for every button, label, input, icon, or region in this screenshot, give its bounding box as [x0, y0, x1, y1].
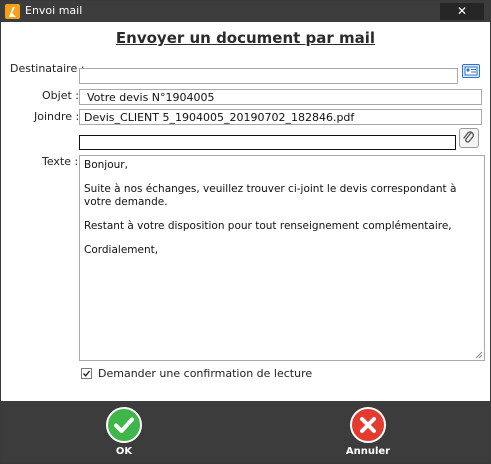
body-line: Restant à votre disposition pour tout re… — [84, 220, 452, 232]
objet-label: Objet : — [42, 89, 79, 102]
envoi-mail-dialog: Envoi mail ✕ Envoyer un document par mai… — [1, 1, 490, 462]
window-title: Envoi mail — [25, 4, 83, 17]
cancel-label: Annuler — [345, 446, 391, 457]
attachment-path-input[interactable] — [79, 135, 456, 150]
joindre-input[interactable]: Devis_CLIENT 5_1904005_20190702_182846.p… — [79, 109, 482, 125]
page-title: Envoyer un document par mail — [115, 29, 376, 47]
read-receipt-checkbox[interactable] — [81, 368, 92, 379]
objet-input[interactable]: Votre devis N°1904005 — [79, 89, 482, 105]
checkmark-icon — [82, 370, 91, 377]
objet-value: Votre devis N°1904005 — [87, 91, 215, 104]
destinataire-input[interactable] — [79, 68, 458, 84]
read-receipt-label: Demander une confirmation de lecture — [98, 367, 313, 380]
address-book-icon — [464, 66, 478, 76]
resize-grip-icon[interactable] — [475, 351, 483, 359]
body-line: Cordialement, — [84, 244, 159, 256]
close-button[interactable]: ✕ — [440, 3, 484, 20]
body-line: Suite à nos échanges, veuillez trouver c… — [84, 183, 457, 208]
action-bar — [1, 401, 490, 462]
check-icon — [114, 417, 134, 433]
paperclip-icon — [463, 131, 474, 143]
title-bar: Envoi mail ✕ — [1, 1, 490, 22]
ok-label: OK — [115, 446, 133, 457]
message-body-textarea[interactable]: Bonjour, Suite à nos échanges, veuillez … — [79, 155, 485, 361]
ok-circle — [106, 407, 142, 443]
ok-button[interactable]: OK — [94, 407, 154, 457]
body-line: Bonjour, — [84, 159, 128, 171]
cancel-button[interactable]: Annuler — [338, 407, 398, 457]
destinataire-label: Destinataire : — [10, 62, 85, 75]
address-book-button[interactable] — [462, 64, 480, 78]
cancel-circle — [350, 407, 386, 443]
joindre-label: Joindre : — [34, 110, 80, 123]
texte-label: Texte : — [42, 155, 79, 168]
x-icon — [360, 417, 376, 433]
app-logo-icon — [5, 4, 20, 19]
attach-file-button[interactable] — [459, 128, 479, 148]
